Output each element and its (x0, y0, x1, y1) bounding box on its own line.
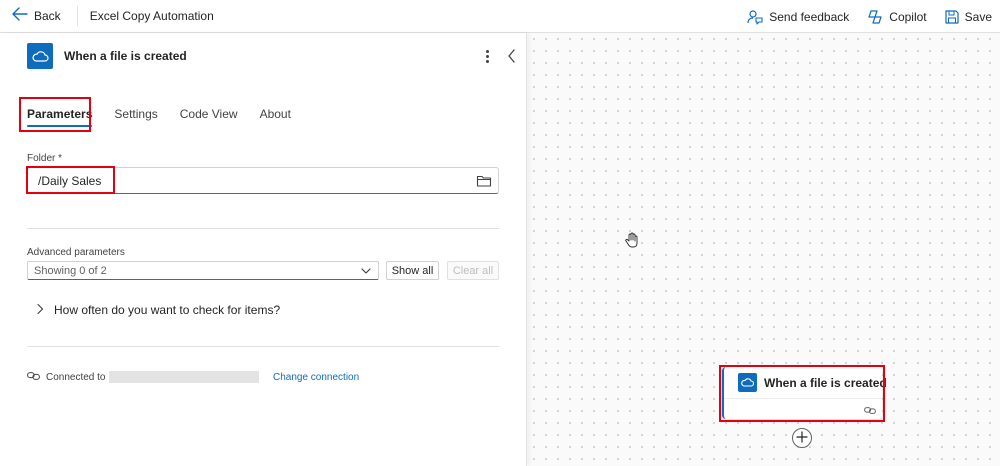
advanced-parameters-label: Advanced parameters (27, 247, 125, 258)
folder-field[interactable]: /Daily Sales (27, 167, 499, 194)
folder-value: /Daily Sales (38, 173, 102, 188)
more-options-icon[interactable] (480, 47, 494, 65)
top-bar: Back Excel Copy Automation Send feedback… (0, 0, 1000, 33)
folder-label: Folder * (27, 153, 63, 164)
expander-label: How often do you want to check for items… (54, 303, 281, 317)
onedrive-cloud-icon (738, 373, 757, 392)
connection-row: Connected to (27, 369, 106, 385)
link-icon (864, 404, 876, 418)
trigger-node-card[interactable]: When a file is created (722, 367, 887, 419)
polling-interval-expander[interactable]: How often do you want to check for items… (36, 301, 280, 319)
node-divider (724, 398, 882, 399)
send-feedback-button[interactable]: Send feedback (747, 9, 849, 25)
feedback-icon (747, 9, 763, 25)
collapse-panel-icon[interactable] (505, 47, 519, 65)
flow-title: Excel Copy Automation (89, 9, 214, 23)
arrow-left-icon (12, 7, 28, 25)
copilot-button[interactable]: Copilot (867, 9, 927, 25)
save-button[interactable]: Save (945, 10, 992, 24)
chevron-down-icon (360, 265, 372, 280)
connected-to-label: Connected to (46, 371, 106, 383)
add-step-button[interactable] (792, 428, 812, 448)
trigger-details-panel: When a file is created Parameters Settin… (0, 33, 527, 466)
node-title: When a file is created (764, 376, 887, 390)
tab-about[interactable]: About (253, 98, 298, 130)
advanced-parameters-dropdown[interactable]: Showing 0 of 2 (27, 261, 379, 280)
tab-parameters[interactable]: Parameters (20, 98, 99, 130)
clear-all-button: Clear all (447, 261, 499, 280)
tab-code-view[interactable]: Code View (173, 98, 245, 130)
back-button[interactable]: Back (0, 0, 69, 33)
change-connection-link[interactable]: Change connection (273, 369, 359, 385)
divider (76, 6, 78, 26)
save-icon (945, 9, 959, 24)
folder-icon[interactable] (476, 173, 492, 189)
advanced-parameters-value: Showing 0 of 2 (34, 264, 107, 277)
copilot-label: Copilot (889, 9, 927, 24)
copilot-icon (867, 9, 883, 25)
link-icon (27, 370, 40, 384)
redacted-connection-name (109, 371, 259, 383)
hand-cursor-icon (625, 232, 639, 248)
chevron-right-icon (36, 303, 44, 318)
tab-list: Parameters Settings Code View About (20, 97, 306, 131)
divider (27, 346, 499, 347)
back-label: Back (34, 9, 61, 23)
onedrive-cloud-icon (27, 43, 53, 69)
save-label: Save (964, 9, 992, 24)
tab-settings[interactable]: Settings (107, 98, 164, 130)
panel-header: When a file is created (27, 43, 187, 69)
panel-title: When a file is created (64, 49, 187, 63)
plus-icon (796, 430, 808, 446)
divider (27, 228, 499, 229)
send-feedback-label: Send feedback (769, 9, 850, 24)
show-all-button[interactable]: Show all (386, 261, 439, 280)
